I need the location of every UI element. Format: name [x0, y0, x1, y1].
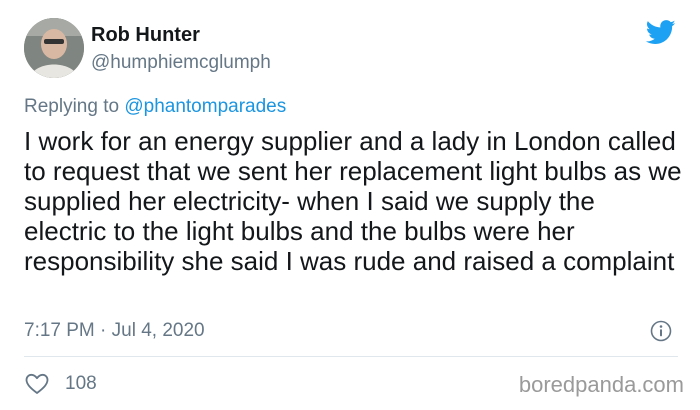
- avatar-photo: [24, 18, 84, 78]
- heart-icon[interactable]: [25, 373, 49, 395]
- tweet-timestamp[interactable]: 7:17 PM · Jul 4, 2020: [24, 320, 205, 342]
- display-name[interactable]: Rob Hunter: [91, 24, 200, 47]
- like-count: 108: [65, 373, 97, 394]
- info-icon[interactable]: [650, 320, 672, 342]
- replying-prefix: Replying to: [24, 96, 125, 117]
- tweet-text: I work for an energy supplier and a lady…: [24, 126, 682, 276]
- avatar[interactable]: [24, 18, 84, 78]
- replying-mention-link[interactable]: @phantomparades: [124, 96, 286, 117]
- twitter-bird-icon[interactable]: [646, 20, 676, 45]
- divider: [24, 356, 678, 357]
- user-handle[interactable]: @humphiemcglumph: [91, 52, 271, 74]
- replying-to: Replying to @phantomparades: [24, 96, 286, 118]
- watermark: boredpanda.com: [518, 372, 684, 397]
